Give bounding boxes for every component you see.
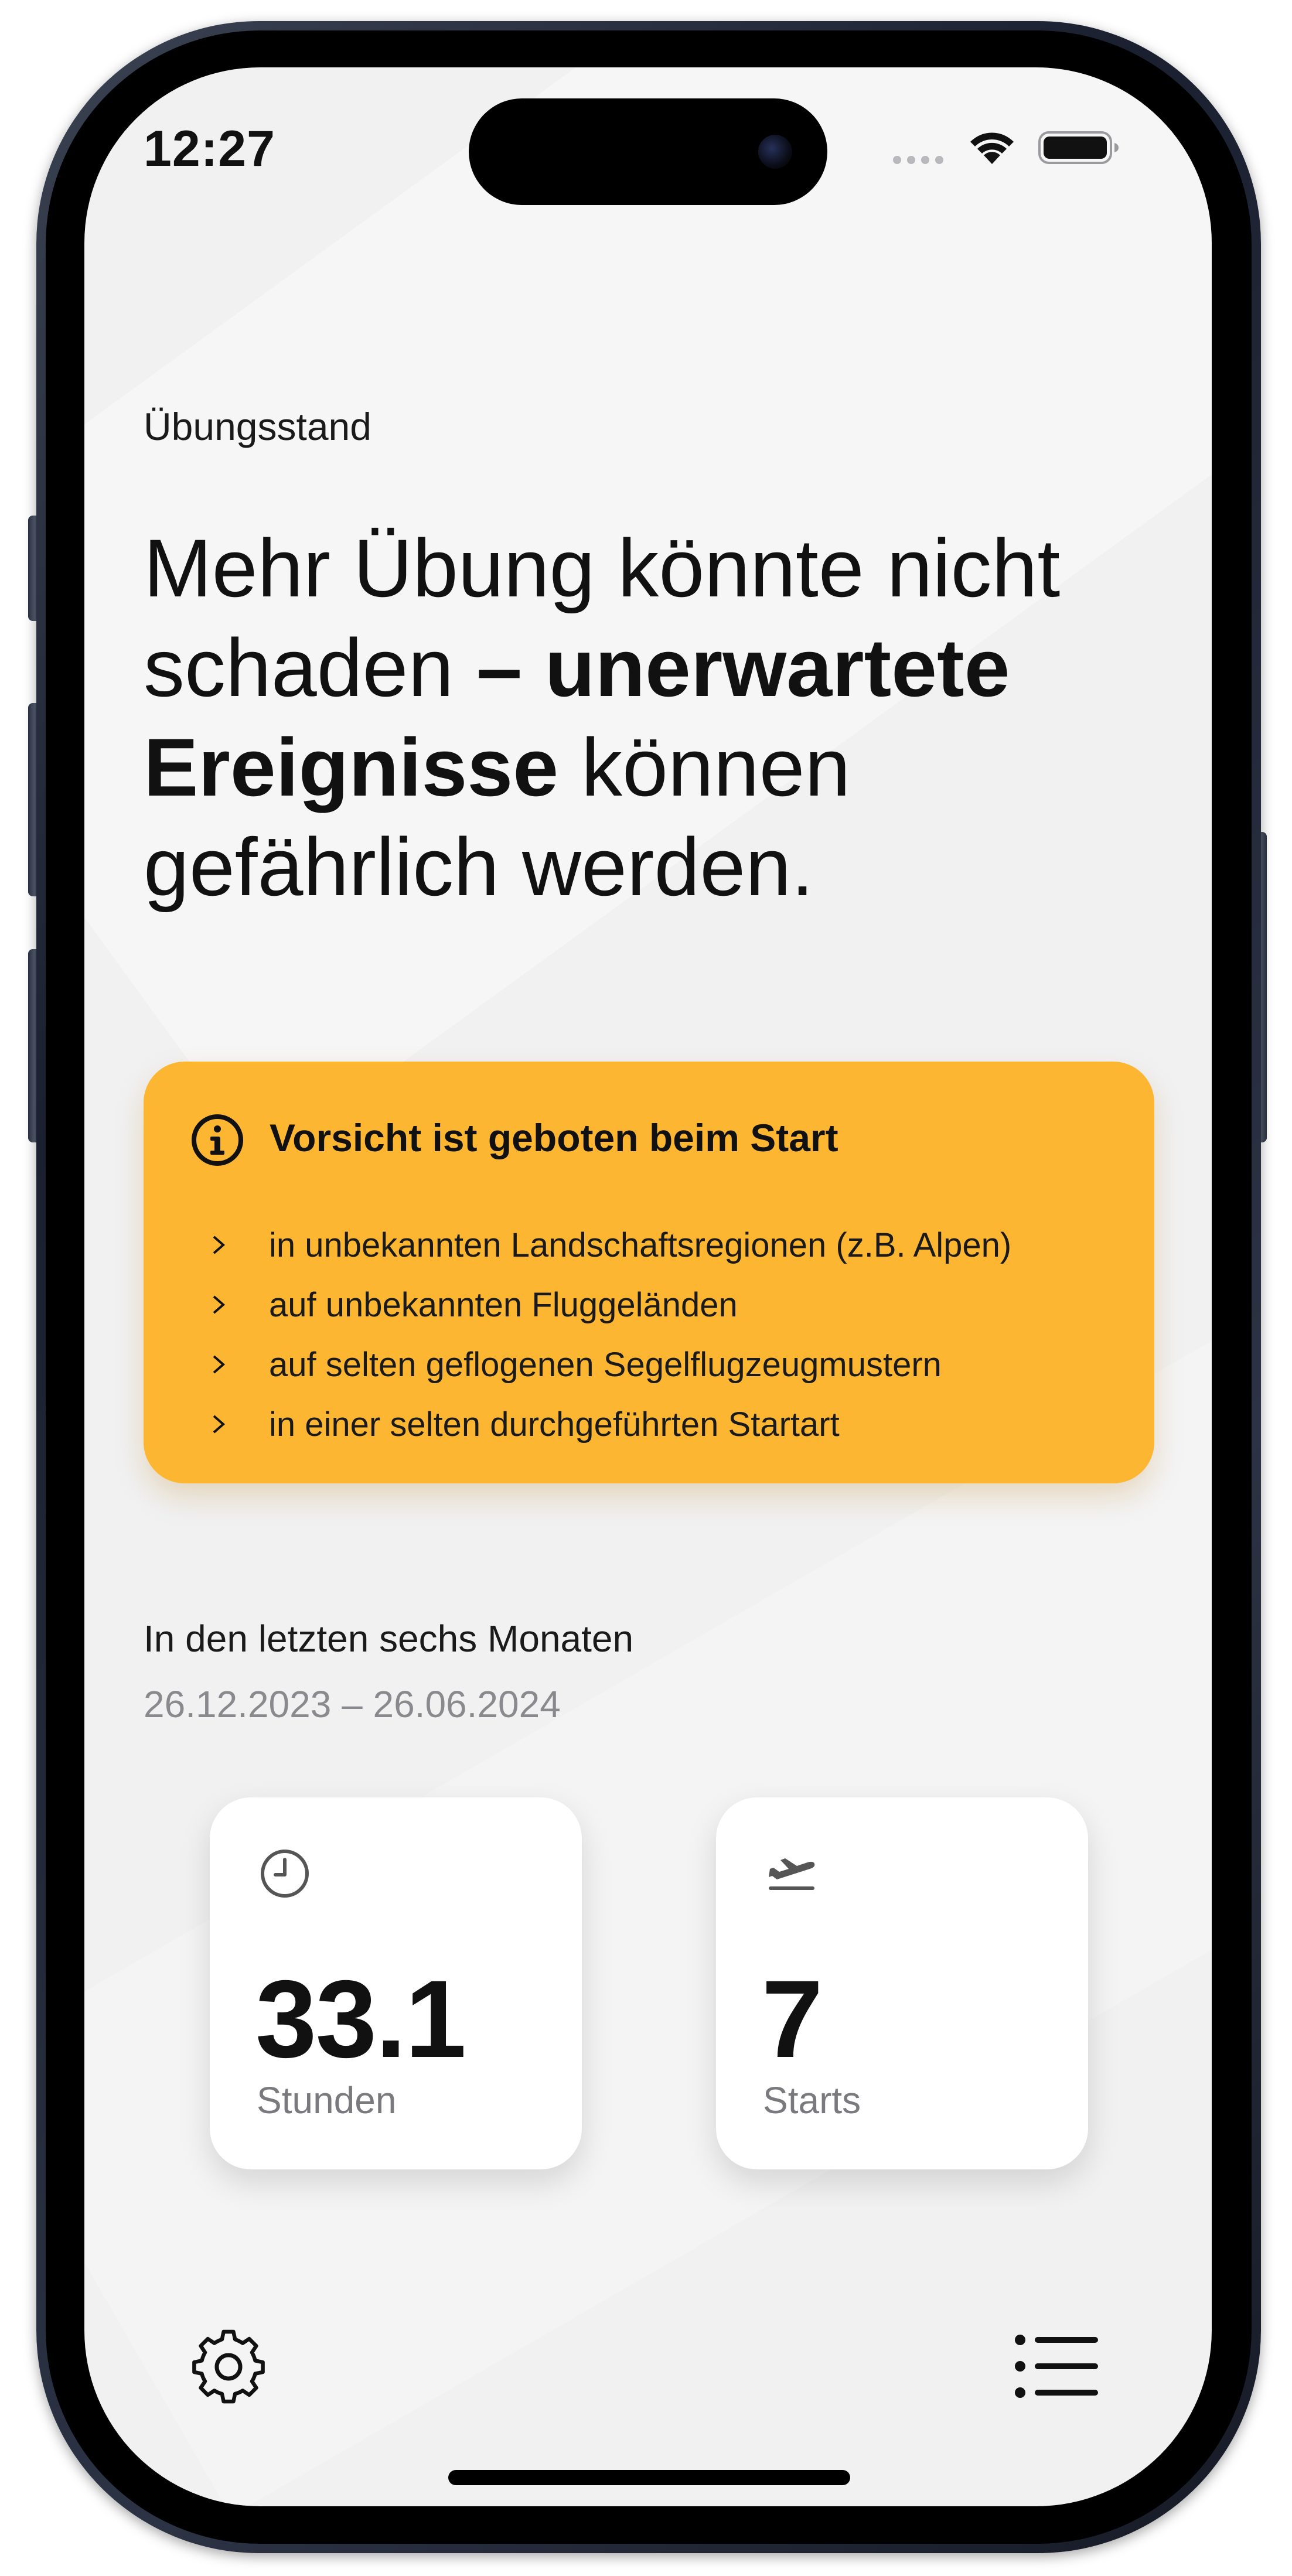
- dynamic-island: [469, 98, 827, 205]
- warning-item-text: auf selten geflogenen Segelflugzeugmuste…: [269, 1345, 942, 1384]
- warning-list-item: in einer selten durchgeführten Startart: [208, 1394, 1011, 1454]
- chevron-right-icon: [213, 1295, 226, 1314]
- list-icon[interactable]: [1014, 2332, 1102, 2401]
- starts-unit: Starts: [763, 2079, 861, 2121]
- status-time: 12:27: [144, 121, 275, 177]
- phone-device: 12:27 Übungsstand Mehr Übung könnte nich…: [0, 0, 1292, 2576]
- info-icon: [192, 1114, 243, 1166]
- airplane-takeoff-icon: [769, 1858, 815, 1890]
- period-label: In den letzten sechs Monaten: [144, 1618, 634, 1660]
- signal-icon: [893, 156, 943, 164]
- chevron-right-icon: [213, 1355, 226, 1374]
- warning-list-item: auf unbekannten Fluggeländen: [208, 1275, 1011, 1335]
- starts-stat-card[interactable]: 7 Starts: [716, 1797, 1088, 2169]
- warning-item-text: in einer selten durchgeführten Startart: [269, 1405, 840, 1444]
- warning-list: in unbekannten Landschaftsregionen (z.B.…: [208, 1215, 1011, 1454]
- period-date-range: 26.12.2023 – 26.06.2024: [144, 1683, 561, 1725]
- starts-value: 7: [762, 1957, 823, 2080]
- warning-item-text: in unbekannten Landschaftsregionen (z.B.…: [269, 1226, 1012, 1264]
- hours-value: 33.1: [255, 1957, 466, 2080]
- warning-list-item: in unbekannten Landschaftsregionen (z.B.…: [208, 1215, 1011, 1275]
- clock-icon: [261, 1850, 309, 1898]
- wifi-icon: [970, 132, 1014, 164]
- section-eyebrow: Übungsstand: [144, 405, 371, 448]
- hours-unit: Stunden: [257, 2079, 397, 2121]
- gear-icon[interactable]: [188, 2326, 270, 2408]
- warning-item-text: auf unbekannten Fluggeländen: [269, 1285, 738, 1324]
- page-headline: Mehr Übung könnte nicht schaden – unerwa…: [144, 518, 1163, 917]
- battery-icon: [1038, 131, 1119, 164]
- warning-title: Vorsicht ist geboten beim Start: [270, 1116, 838, 1159]
- warning-list-item: auf selten geflogenen Segelflugzeugmuste…: [208, 1335, 1011, 1394]
- warning-card: Vorsicht ist geboten beim Start in unbek…: [144, 1062, 1154, 1483]
- chevron-right-icon: [213, 1236, 226, 1254]
- home-indicator[interactable]: [448, 2470, 850, 2485]
- camera-icon: [758, 135, 792, 169]
- hours-stat-card[interactable]: 33.1 Stunden: [210, 1797, 582, 2169]
- chevron-right-icon: [213, 1415, 226, 1434]
